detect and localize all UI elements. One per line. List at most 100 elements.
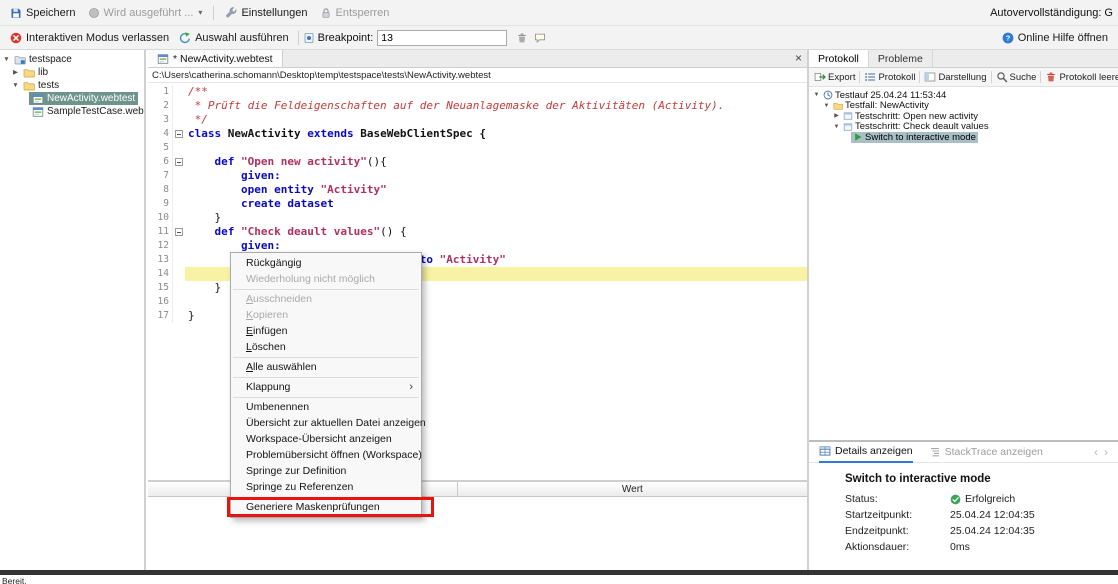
- log-toolbar-layout-button[interactable]: Darstellung: [922, 70, 988, 84]
- editor-tab[interactable]: * NewActivity.webtest: [148, 50, 283, 67]
- line-number[interactable]: 16: [148, 295, 172, 309]
- tree-item-body[interactable]: tests: [20, 79, 62, 92]
- menu-item[interactable]: Workspace-Übersicht anzeigen: [231, 431, 421, 447]
- tree-item-body[interactable]: NewActivity.webtest: [29, 92, 138, 105]
- code-line[interactable]: 4class NewActivity extends BaseWebClient…: [148, 127, 807, 141]
- menu-item[interactable]: Umbenennen: [231, 399, 421, 415]
- tree-item[interactable]: ▼testspace: [0, 53, 144, 66]
- tree-item[interactable]: ▼tests: [0, 79, 144, 92]
- line-number[interactable]: 14: [148, 267, 172, 281]
- log-tree-item-body[interactable]: Testschritt: Open new activity: [841, 111, 980, 122]
- menu-item[interactable]: Problemübersicht öffnen (Workspace): [231, 447, 421, 463]
- online-help-button[interactable]: ? Online Hilfe öffnen: [997, 30, 1113, 46]
- table-column-header[interactable]: Wert: [458, 482, 807, 496]
- log-toolbar-clear-button[interactable]: Protokoll leeren: [1043, 70, 1118, 84]
- menu-item[interactable]: Rückgängig: [231, 255, 421, 271]
- fold-marker[interactable]: [172, 225, 185, 239]
- line-number[interactable]: 1: [148, 85, 172, 99]
- log-tree-item[interactable]: ▼Testfall: NewActivity: [809, 101, 1118, 112]
- tree-item-body[interactable]: testspace: [11, 53, 75, 66]
- log-tree-item[interactable]: ▼Testschritt: Check deault values: [809, 122, 1118, 133]
- prev-step-icon[interactable]: ‹: [1094, 445, 1098, 459]
- log-tree-item[interactable]: ▼Testlauf 25.04.24 11:53:44: [809, 90, 1118, 101]
- stacktrace-tab-label: StackTrace anzeigen: [945, 446, 1043, 458]
- code-line[interactable]: 9 create dataset: [148, 197, 807, 211]
- code-line[interactable]: 3 */: [148, 113, 807, 127]
- menu-item[interactable]: Übersicht zur aktuellen Datei anzeigen: [231, 415, 421, 431]
- breakpoint-input[interactable]: [377, 30, 507, 46]
- code-line[interactable]: 2 * Prüft die Feldeigenschaften auf der …: [148, 99, 807, 113]
- tree-item[interactable]: ▶lib: [0, 66, 144, 79]
- log-toolbar-search-button[interactable]: Suche: [994, 70, 1039, 84]
- delete-breakpoint-button[interactable]: [513, 30, 531, 46]
- log-tree-item-body[interactable]: Testschritt: Check deault values: [841, 122, 991, 133]
- code-line[interactable]: 10 }: [148, 211, 807, 225]
- expanded-arrow-icon[interactable]: ▼: [822, 101, 831, 112]
- code-line[interactable]: 1/**: [148, 85, 807, 99]
- line-number[interactable]: 3: [148, 113, 172, 127]
- leave-interactive-mode-button[interactable]: Interaktiven Modus verlassen: [5, 30, 174, 46]
- save-button[interactable]: Speichern: [5, 5, 81, 21]
- run-selection-button[interactable]: Auswahl ausführen: [174, 30, 294, 46]
- code-line[interactable]: 11 def "Check deault values"() {: [148, 225, 807, 239]
- line-number[interactable]: 6: [148, 155, 172, 169]
- menu-item[interactable]: Springe zur Definition: [231, 463, 421, 479]
- menu-item[interactable]: Springe zu Referenzen: [231, 479, 421, 495]
- line-number[interactable]: 15: [148, 281, 172, 295]
- tree-item[interactable]: SampleTestCase.webtest: [0, 105, 144, 118]
- line-number[interactable]: 12: [148, 239, 172, 253]
- running-status-button[interactable]: Wird ausgeführt ...▾: [83, 5, 208, 21]
- log-tree-item[interactable]: Switch to interactive mode: [809, 132, 1118, 143]
- fold-marker[interactable]: [172, 127, 185, 141]
- next-step-icon[interactable]: ›: [1104, 445, 1108, 459]
- line-number[interactable]: 11: [148, 225, 172, 239]
- line-number[interactable]: 17: [148, 309, 172, 323]
- code-line[interactable]: 8 open entity "Activity": [148, 183, 807, 197]
- fold-marker[interactable]: [172, 155, 185, 169]
- tree-item[interactable]: NewActivity.webtest: [0, 92, 144, 105]
- log-tree-item[interactable]: ▶Testschritt: Open new activity: [809, 111, 1118, 122]
- project-explorer: ▼testspace▶lib▼testsNewActivity.webtestS…: [0, 50, 146, 570]
- line-number[interactable]: 9: [148, 197, 172, 211]
- line-number[interactable]: 13: [148, 253, 172, 267]
- menu-item[interactable]: Alle auswählen: [231, 359, 421, 375]
- code-line[interactable]: 5: [148, 141, 807, 155]
- line-number[interactable]: 8: [148, 183, 172, 197]
- comment-bubble-button[interactable]: [531, 30, 549, 46]
- line-number[interactable]: 7: [148, 169, 172, 183]
- expanded-arrow-icon[interactable]: ▼: [812, 90, 821, 101]
- menu-item[interactable]: Klappung›: [231, 379, 421, 395]
- tab-probleme[interactable]: Probleme: [869, 50, 933, 67]
- line-number[interactable]: 2: [148, 99, 172, 113]
- menu-item[interactable]: Generiere Maskenprüfungen: [231, 499, 421, 515]
- tab-details-anzeigen[interactable]: Details anzeigen: [819, 442, 913, 463]
- settings-button[interactable]: Einstellungen: [220, 5, 312, 21]
- line-number[interactable]: 10: [148, 211, 172, 225]
- log-tree-item-body[interactable]: Switch to interactive mode: [851, 132, 978, 143]
- unlock-button[interactable]: Entsperren: [315, 5, 395, 21]
- log-tree-item-body[interactable]: Testfall: NewActivity: [831, 101, 931, 112]
- menu-item[interactable]: Einfügen: [231, 323, 421, 339]
- menu-item[interactable]: Löschen: [231, 339, 421, 355]
- tree-item-body[interactable]: lib: [20, 66, 51, 79]
- collapsed-arrow-icon[interactable]: ▶: [832, 111, 841, 122]
- line-number[interactable]: 4: [148, 127, 172, 141]
- line-number[interactable]: 5: [148, 141, 172, 155]
- collapsed-arrow-icon[interactable]: ▶: [11, 66, 20, 79]
- tree-item-body[interactable]: SampleTestCase.webtest: [29, 105, 146, 118]
- expanded-arrow-icon[interactable]: ▼: [832, 122, 841, 133]
- log-toolbar-export-button[interactable]: Export: [812, 70, 857, 84]
- file-path: C:\Users\catherina.schomann\Desktop\temp…: [152, 70, 491, 81]
- code-line[interactable]: 6 def "Open new activity"(){: [148, 155, 807, 169]
- tab-stacktrace-anzeigen[interactable]: StackTrace anzeigen: [929, 442, 1043, 463]
- dropdown-caret-icon[interactable]: ▾: [198, 8, 202, 17]
- expanded-arrow-icon[interactable]: ▼: [2, 53, 11, 66]
- submenu-arrow-icon: ›: [409, 379, 413, 395]
- close-icon[interactable]: ×: [795, 51, 802, 65]
- log-tree-item-body[interactable]: Testlauf 25.04.24 11:53:44: [821, 90, 948, 101]
- log-toolbar-list-button[interactable]: Protokoll: [862, 70, 917, 84]
- tab-protokoll[interactable]: Protokoll: [809, 50, 869, 67]
- code-line[interactable]: 12 given:: [148, 239, 807, 253]
- code-line[interactable]: 7 given:: [148, 169, 807, 183]
- expanded-arrow-icon[interactable]: ▼: [11, 79, 20, 92]
